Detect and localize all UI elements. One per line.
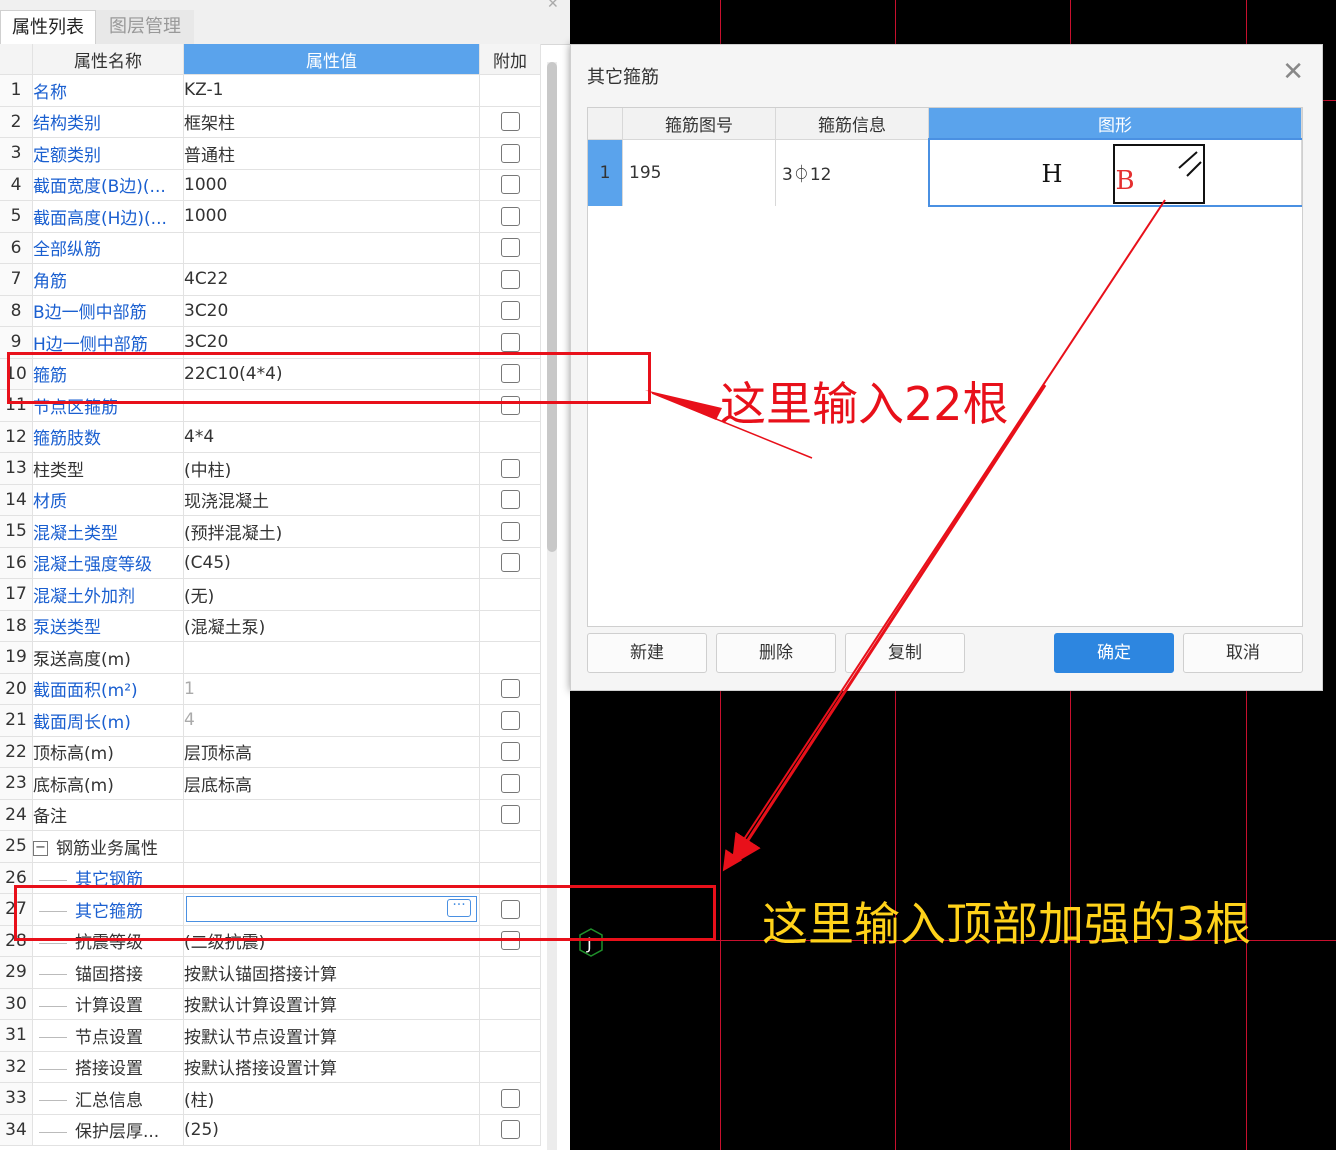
annotation-arrows [645, 199, 1166, 872]
annotation-note-3: 这里输入顶部加强的3根 [762, 897, 1252, 951]
annotation-note-22: 这里输入22根 [720, 377, 1009, 431]
arrow-from-shape-cell-shadow [731, 384, 1047, 866]
arrow-from-shape-cell [722, 199, 1166, 872]
arrow-head-stirrup [645, 390, 722, 420]
